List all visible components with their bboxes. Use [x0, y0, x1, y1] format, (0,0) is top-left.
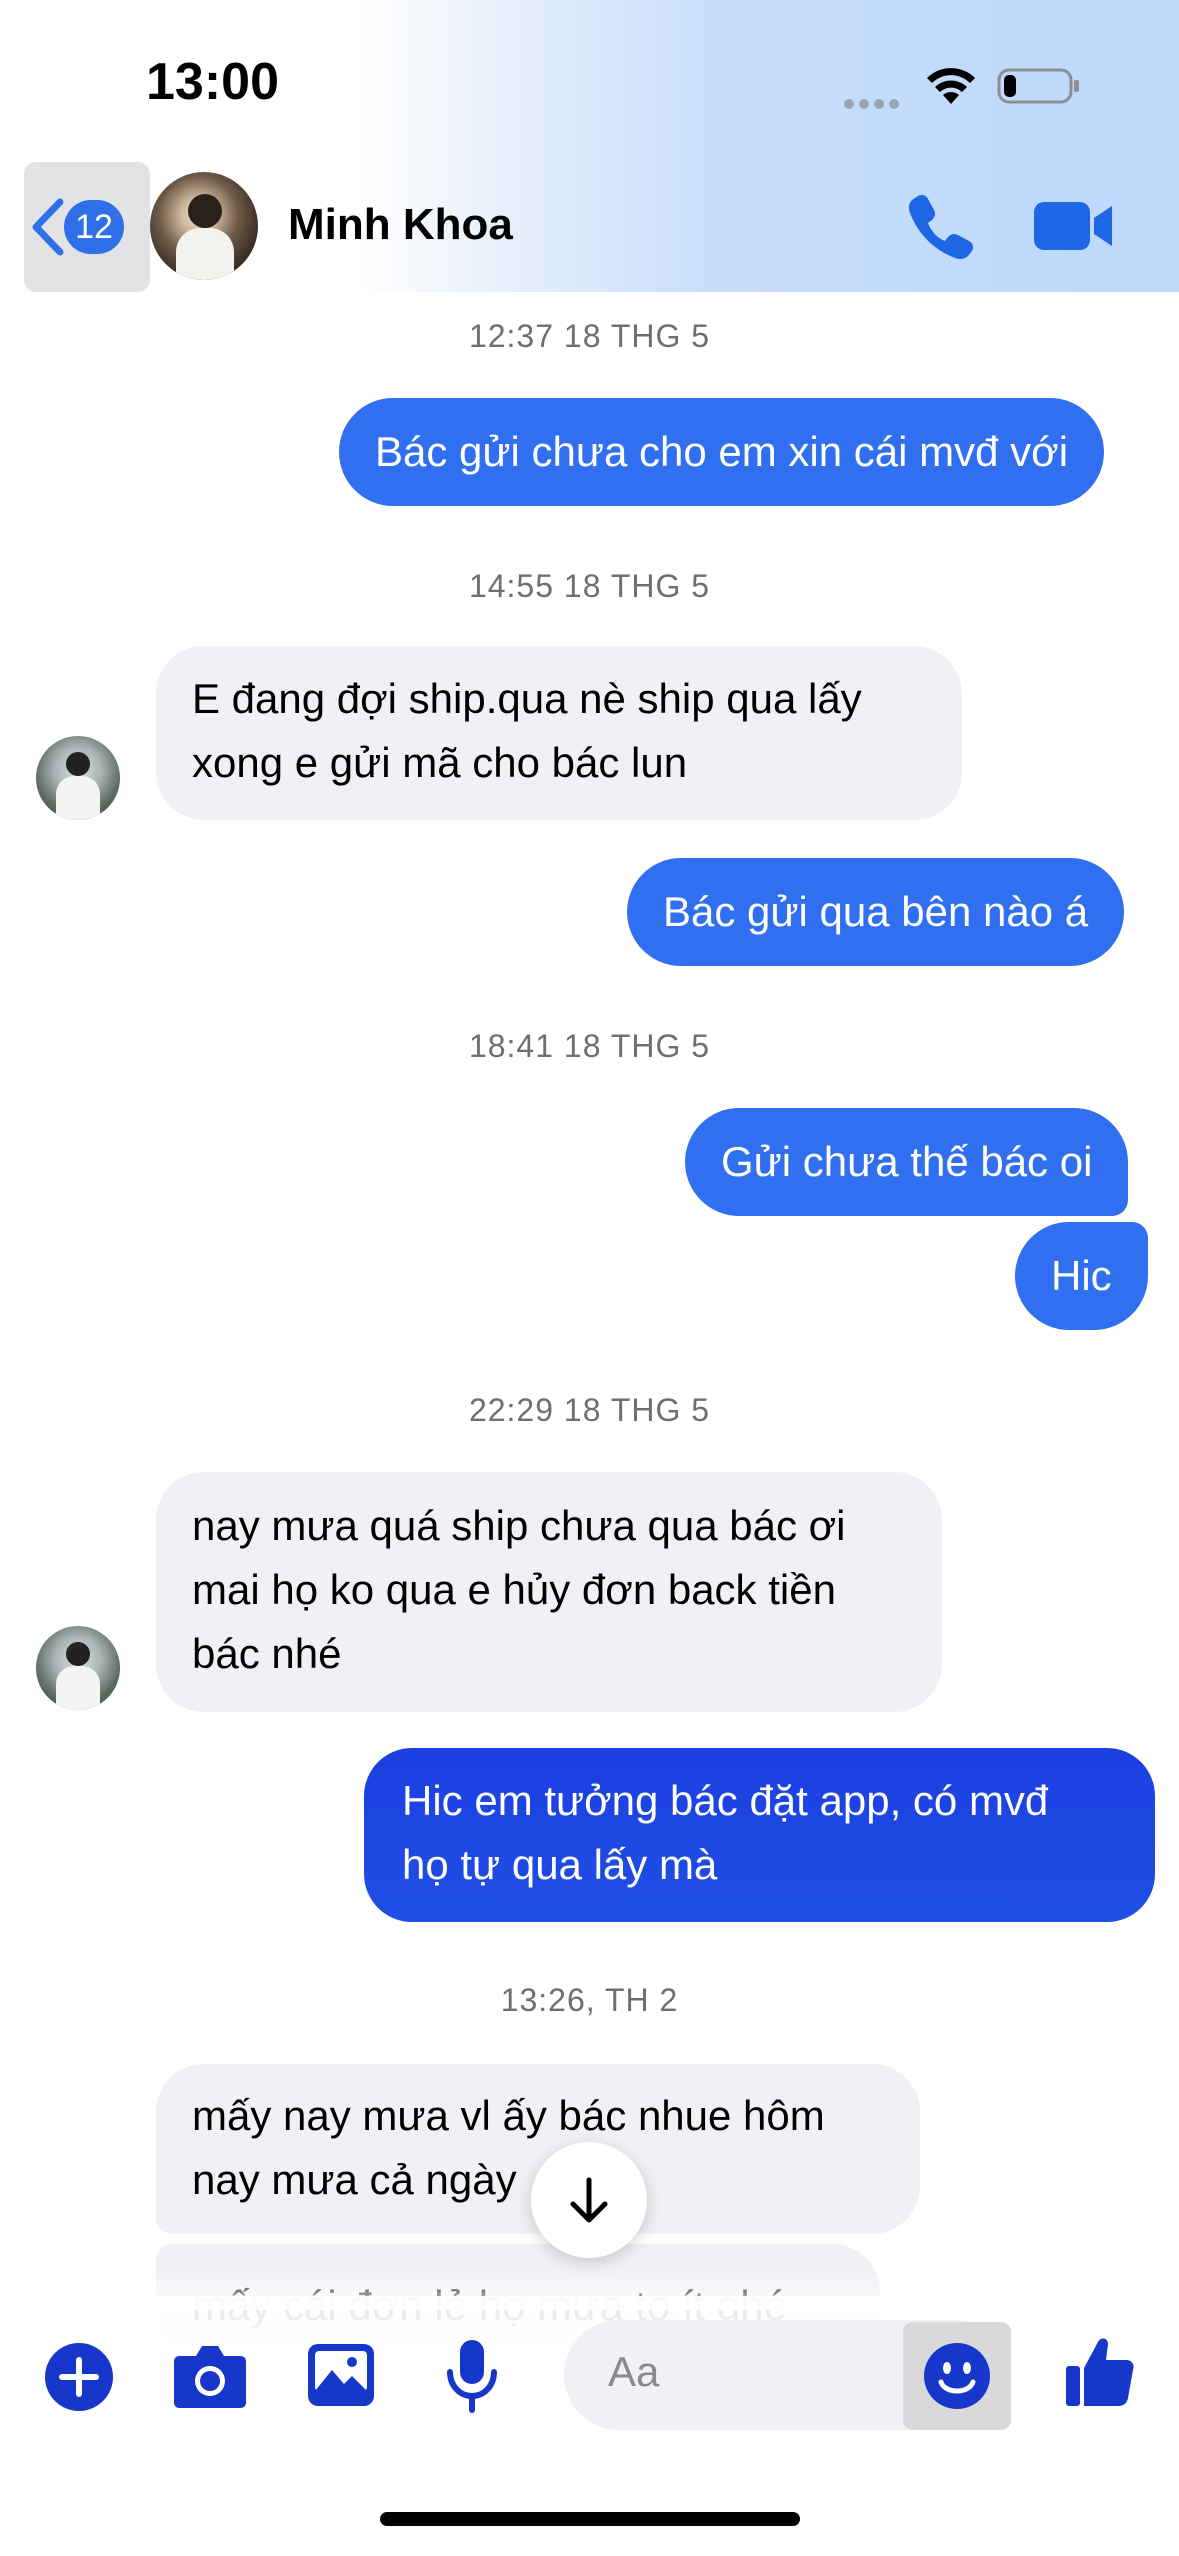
outgoing-message[interactable]: Bác gửi chưa cho em xin cái mvđ với: [339, 398, 1105, 506]
unread-count-badge: 12: [64, 200, 124, 254]
wifi-icon: [927, 68, 975, 104]
message-line: họ tự qua lấy mà: [402, 1841, 718, 1888]
contact-avatar-small[interactable]: [36, 1626, 120, 1710]
outgoing-message[interactable]: Hic: [1015, 1222, 1148, 1330]
phone-icon[interactable]: [904, 190, 976, 262]
thumbs-up-icon[interactable]: [1064, 2334, 1136, 2408]
plus-circle-icon[interactable]: [44, 2342, 114, 2412]
incoming-message[interactable]: E đang đợi ship.qua nè ship qua lấy xong…: [156, 646, 962, 820]
home-indicator: [380, 2512, 800, 2526]
message-line: Hic em tưởng bác đặt app, có mvđ: [402, 1777, 1049, 1824]
message-timestamp: 13:26, TH 2: [500, 1982, 679, 2018]
contact-name[interactable]: Minh Khoa: [288, 200, 513, 250]
video-camera-icon[interactable]: [1032, 198, 1114, 254]
message-line: nay mưa quá ship chưa qua bác ơi: [192, 1502, 846, 1549]
message-line: bác nhé: [192, 1630, 342, 1677]
arrow-down-icon: [570, 2177, 608, 2223]
smiley-icon: [924, 2343, 990, 2409]
battery-icon: [997, 68, 1079, 104]
cellular-signal-icon: [844, 96, 904, 109]
message-line: E đang đợi ship.qua nè ship qua lấy: [192, 675, 862, 722]
scroll-to-bottom-button[interactable]: [531, 2142, 647, 2258]
incoming-message[interactable]: nay mưa quá ship chưa qua bác ơi mai họ …: [156, 1472, 942, 1712]
microphone-icon[interactable]: [444, 2338, 500, 2414]
emoji-button[interactable]: [903, 2322, 1011, 2430]
message-timestamp: 14:55 18 THG 5: [468, 568, 711, 604]
outgoing-message[interactable]: Bác gửi qua bên nào á: [627, 858, 1125, 966]
back-button[interactable]: 12: [24, 162, 150, 292]
message-timestamp: 12:37 18 THG 5: [468, 318, 711, 354]
message-timestamp: 22:29 18 THG 5: [468, 1392, 711, 1428]
image-icon[interactable]: [306, 2342, 376, 2408]
contact-avatar-small[interactable]: [36, 736, 120, 820]
contact-avatar[interactable]: [150, 172, 258, 280]
message-line: mai họ ko qua e hủy đơn back tiền: [192, 1566, 836, 1613]
outgoing-message[interactable]: Gửi chưa thế bác oi: [685, 1108, 1129, 1216]
message-line: mấy nay mưa vl ấy bác nhue hôm: [192, 2092, 825, 2139]
outgoing-message[interactable]: Hic em tưởng bác đặt app, có mvđ họ tự q…: [364, 1748, 1155, 1922]
message-timestamp: 18:41 18 THG 5: [468, 1028, 711, 1064]
message-line: xong e gửi mã cho bác lun: [192, 739, 688, 786]
chevron-left-icon: [32, 198, 64, 256]
chat-screen: 13:00 12 Minh Khoa 12:37 18 THG 5 Bác gử…: [0, 0, 1179, 2556]
message-input-placeholder: Aa: [608, 2348, 660, 2395]
status-time: 13:00: [146, 53, 279, 111]
camera-icon[interactable]: [172, 2342, 248, 2410]
